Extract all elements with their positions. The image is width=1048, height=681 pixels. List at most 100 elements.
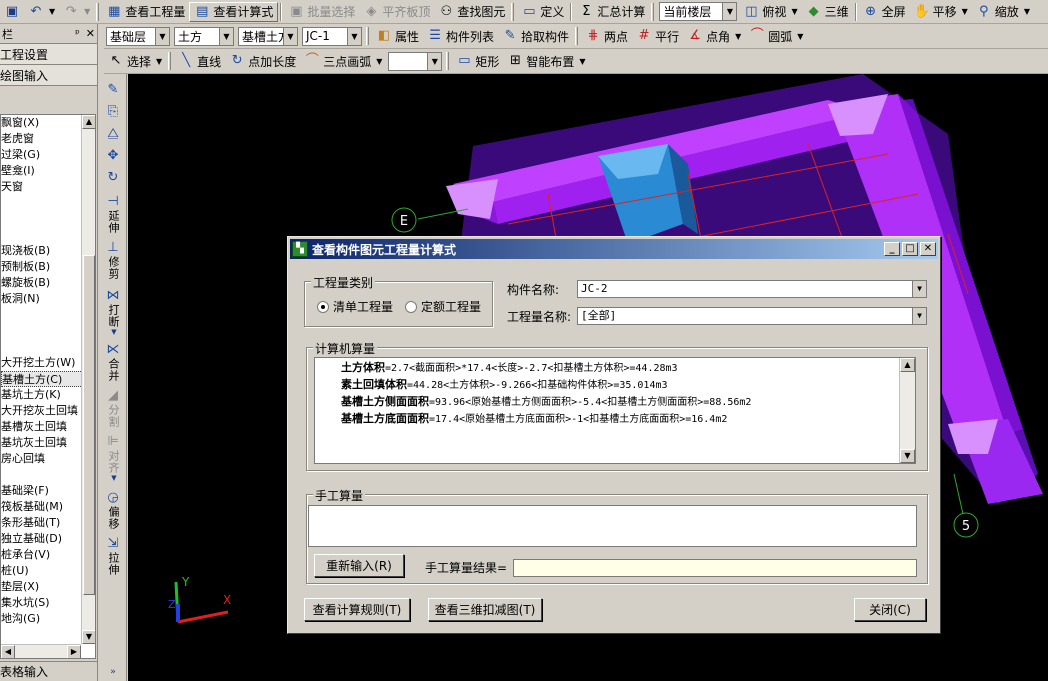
close-icon[interactable]: ✕ (920, 242, 936, 256)
more-tools-button[interactable]: » (99, 667, 127, 677)
calc-formula-box[interactable]: 土方体积=2.7<截面面积>*17.4<长度>-2.7<扣基槽土方体积>=44.… (314, 357, 916, 464)
eyedropper-icon: ✎ (504, 28, 516, 43)
manual-calc-input[interactable] (308, 505, 917, 547)
quantity-name-select[interactable]: [全部] ▼ (577, 307, 927, 325)
close-icon[interactable]: ✕ (86, 27, 95, 40)
move-icon: ✥ (107, 148, 119, 163)
manual-result-field[interactable] (513, 559, 917, 577)
smart-layout-button[interactable]: ⊞ 智能布置 ▼ (503, 51, 589, 71)
category-select[interactable]: 土方 ▼ (174, 26, 234, 46)
split-tool[interactable]: ◢ 分割 (99, 388, 127, 428)
define-icon: ▭ (523, 3, 536, 19)
arc-param-select[interactable]: ▼ (388, 51, 443, 71)
save-icon: ▣ (5, 3, 19, 19)
table-input-tab[interactable]: 表格输入 (0, 661, 98, 681)
trim-tool[interactable]: ⊥ 修剪 (99, 240, 127, 280)
redo-button[interactable]: ↷ ▼ (59, 2, 94, 22)
pick-component-button[interactable]: ✎ 拾取构件 (498, 26, 573, 46)
vertical-scrollbar[interactable]: ▲ ▼ (81, 115, 95, 644)
three-d-button[interactable]: ◆ 三维 (802, 2, 853, 22)
scroll-left-icon[interactable]: ◀ (1, 645, 15, 658)
horizontal-scrollbar[interactable]: ◀ ▶ (1, 644, 81, 658)
pan-button[interactable]: ✋ 平移 ▼ (910, 2, 972, 22)
properties-button[interactable]: ◧ 属性 (372, 26, 423, 46)
chevron-down-icon: ▼ (219, 27, 233, 45)
view-3d-deduction-button[interactable]: 查看三维扣减图(T) (428, 598, 542, 621)
brush-tool[interactable]: ✎ (99, 82, 127, 98)
double-chevron-down-icon: » (110, 667, 116, 677)
batch-select-button[interactable]: ▣ 批量选择 (284, 2, 359, 22)
two-points-button[interactable]: ⋕ 两点 (581, 26, 632, 46)
scroll-up-icon[interactable]: ▲ (82, 115, 95, 129)
floor-select[interactable]: 当前楼层 ▼ (659, 2, 738, 21)
rectangle-icon: ▭ (458, 53, 471, 68)
offset-tool[interactable]: ◶ 偏移 (99, 490, 127, 530)
list-icon: ☰ (429, 28, 441, 43)
layer-select[interactable]: 基础层 ▼ (106, 26, 170, 46)
component-type-select[interactable]: 基槽土方 ▼ (238, 26, 298, 46)
view-rules-button[interactable]: 查看计算规则(T) (304, 598, 410, 621)
copy-tool[interactable]: ⎘ (99, 104, 127, 120)
three-point-arc-button[interactable]: ⌒ 三点画弧 ▼ (300, 51, 386, 71)
select-button[interactable]: ↖ 选择 ▼ (104, 51, 166, 71)
chevron-down-icon: ▼ (427, 52, 442, 70)
arc-icon: ⌒ (305, 53, 319, 68)
move-tool[interactable]: ✥ (99, 148, 127, 164)
align-slab-top-button[interactable]: ◈ 平齐板顶 (359, 2, 434, 22)
edit-toolbar: ✎ ⎘ ⧋ ✥ ↻ ⊣ 延伸 ⊥ 修剪 ⋈ 打断 ▼ ⋉ 合并 ◢ 分割 ⊫ 对齐 ▼ ◶ 偏移 … (99, 74, 127, 681)
scroll-right-icon[interactable]: ▶ (67, 645, 81, 658)
break-tool[interactable]: ⋈ 打断 ▼ (99, 288, 127, 336)
undo-button[interactable]: ↶ ▼ (24, 2, 59, 22)
point-angle-icon: ∡ (689, 28, 701, 43)
component-name-select[interactable]: JC-2 ▼ (577, 280, 927, 298)
close-button[interactable]: 关闭(C) (854, 598, 926, 621)
scroll-thumb[interactable] (83, 255, 95, 595)
arc-icon: ⌒ (750, 28, 764, 43)
line-button[interactable]: ╲ 直线 (174, 51, 225, 71)
radio-quota-quantity[interactable]: 定额工程量 (405, 298, 481, 315)
parallel-button[interactable]: # 平行 (632, 26, 683, 46)
save-button[interactable]: ▣ (0, 2, 24, 22)
sigma-icon: Σ (582, 3, 591, 19)
scroll-up-icon[interactable]: ▲ (900, 358, 915, 372)
mirror-tool[interactable]: ⧋ (99, 126, 127, 142)
full-screen-button[interactable]: ⊕ 全屏 (859, 2, 910, 22)
calc-formula: =93.96<原始基槽土方侧面面积>-5.4<扣基槽土方侧面面积>=88.56m… (429, 397, 752, 408)
zoom-button[interactable]: ⚲ 缩放 ▼ (972, 2, 1034, 22)
view-formula-button[interactable]: ▤ 查看计算式 (189, 1, 279, 22)
binoculars-icon: ⚇ (440, 3, 453, 19)
component-list-button[interactable]: ☰ 构件列表 (423, 26, 498, 46)
hand-icon: ✋ (913, 3, 930, 19)
view-quantity-button[interactable]: ▦ 查看工程量 (102, 2, 189, 22)
top-view-button[interactable]: ◫ 俯视 ▼ (739, 2, 801, 22)
arc-button[interactable]: ⌒ 圆弧 ▼ (745, 26, 807, 46)
reenter-button[interactable]: 重新输入(R) (314, 554, 404, 577)
scroll-down-icon[interactable]: ▼ (900, 449, 915, 463)
vertical-scrollbar[interactable]: ▲ ▼ (899, 358, 915, 463)
merge-tool[interactable]: ⋉ 合并 (99, 342, 127, 382)
component-select[interactable]: JC-1 ▼ (302, 26, 362, 46)
dialog-titlebar[interactable]: ▚ 查看构件图元工程量计算式 _ □ ✕ (290, 239, 938, 259)
define-button[interactable]: ▭ 定义 (517, 2, 568, 22)
align-tool[interactable]: ⊫ 对齐 ▼ (99, 434, 127, 482)
stretch-tool[interactable]: ⇲ 拉伸 (99, 536, 127, 576)
rotate-tool[interactable]: ↻ (99, 170, 127, 186)
summary-calc-button[interactable]: Σ 汇总计算 (574, 2, 649, 22)
radio-bill-quantity[interactable]: 清单工程量 (317, 298, 393, 315)
point-angle-button[interactable]: ∡ 点角 ▼ (683, 26, 745, 46)
drawing-input-tab[interactable]: 绘图输入 (0, 65, 97, 86)
calc-formula: =17.4<原始基槽土方底面面积>-1<扣基槽土方底面面积>=16.4m2 (429, 414, 728, 425)
chevron-down-icon: ▼ (155, 27, 169, 45)
point-length-button[interactable]: ↻ 点加长度 (225, 51, 300, 71)
scroll-down-icon[interactable]: ▼ (82, 630, 95, 644)
minimize-icon[interactable]: _ (884, 242, 900, 256)
find-element-button[interactable]: ⚇ 查找图元 (434, 2, 509, 22)
extend-tool[interactable]: ⊣ 延伸 (99, 194, 127, 234)
pin-icon[interactable]: ᵖ (75, 27, 80, 40)
rect-button[interactable]: ▭ 矩形 (452, 51, 503, 71)
chevron-down-icon: ▼ (347, 27, 361, 45)
rotate-icon: ↻ (107, 170, 119, 185)
maximize-icon[interactable]: □ (902, 242, 918, 256)
chevron-down-icon: ▼ (283, 27, 297, 45)
project-settings-tab[interactable]: 工程设置 (0, 44, 97, 65)
